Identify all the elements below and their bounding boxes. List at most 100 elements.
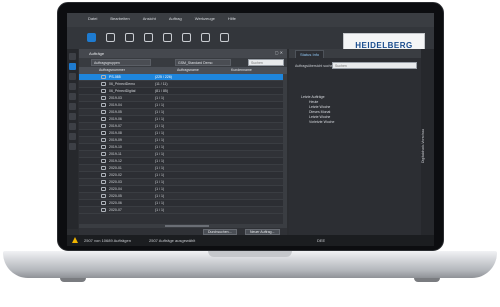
menu-job[interactable]: Auftrag bbox=[167, 16, 184, 21]
status-count: 2507 von 10689 Aufträgen bbox=[84, 238, 131, 243]
window-icon[interactable] bbox=[220, 33, 229, 42]
menu-items: Datei Bearbeiten Ansicht Auftrag Werkzeu… bbox=[86, 16, 238, 21]
menu-file[interactable]: Datei bbox=[86, 16, 99, 21]
folder-icon bbox=[101, 117, 106, 121]
job-number: 06_PrinectDigital bbox=[109, 89, 136, 93]
rail-button[interactable] bbox=[69, 113, 76, 120]
group-select[interactable]: Auftragsgruppen bbox=[91, 59, 151, 66]
rail-button[interactable] bbox=[69, 123, 76, 130]
job-count: (1 / 1) bbox=[155, 131, 165, 135]
table-row[interactable]: 2019-10 (1 / 1) bbox=[79, 144, 283, 151]
folder-icon bbox=[101, 166, 106, 170]
menu-view[interactable]: Ansicht bbox=[141, 16, 158, 21]
table-header: Auftragsnummer Auftragsname Kundenname bbox=[79, 67, 287, 74]
rail-button[interactable] bbox=[69, 143, 76, 150]
tab-status-info[interactable]: Status Info bbox=[295, 50, 325, 58]
rail-button[interactable] bbox=[69, 73, 76, 80]
filter-select[interactable]: GSM_Standard Demo bbox=[175, 59, 231, 66]
job-number: 2019-10 bbox=[109, 145, 122, 149]
status-bar: 2507 von 10689 Aufträgen 2507 Aufträge a… bbox=[67, 235, 434, 246]
app-screen: Datei Bearbeiten Ansicht Auftrag Werkzeu… bbox=[67, 13, 434, 246]
job-number: 06_PrinectDemo bbox=[109, 82, 136, 86]
folder-icon bbox=[101, 145, 106, 149]
warning-icon bbox=[72, 237, 78, 243]
table-row[interactable]: 2019-03 (1 / 1) bbox=[79, 95, 283, 102]
link-icon[interactable] bbox=[125, 33, 134, 42]
panel-controls[interactable]: ▢ ✕ bbox=[275, 50, 283, 55]
tree-item[interactable]: Vorletzte Woche bbox=[301, 120, 334, 125]
laptop-notch bbox=[208, 251, 292, 257]
side-label[interactable]: Digitaldruck-Vorschau bbox=[421, 129, 434, 163]
table-row[interactable]: 2020-06 (1 / 1) bbox=[79, 200, 283, 207]
folder-icon bbox=[101, 159, 106, 163]
table-row[interactable]: 2020-07 (1 / 1) bbox=[79, 207, 283, 214]
job-number: 2019-08 bbox=[109, 131, 122, 135]
job-count: (11 / 11) bbox=[155, 82, 168, 86]
gear-icon[interactable] bbox=[144, 33, 153, 42]
table-row[interactable]: 2019-05 (1 / 1) bbox=[79, 109, 283, 116]
table-row[interactable]: 2020-01 (1 / 1) bbox=[79, 165, 283, 172]
job-number: 2020-04 bbox=[109, 187, 122, 191]
job-count: (1 / 1) bbox=[155, 110, 165, 114]
table-row[interactable]: 2019-06 (1 / 1) bbox=[79, 116, 283, 123]
col-job-number[interactable]: Auftragsnummer bbox=[99, 68, 125, 72]
job-number: 2020-02 bbox=[109, 173, 122, 177]
table-row[interactable]: PS-085 (225 / 226) bbox=[79, 74, 283, 81]
overview-search-input[interactable]: Suchen bbox=[332, 62, 417, 69]
job-number: 2019-07 bbox=[109, 124, 122, 128]
col-job-name[interactable]: Auftragsname bbox=[177, 68, 199, 72]
status-right: DEE bbox=[317, 238, 326, 243]
panel-filter-bar: Auftragsgruppen GSM_Standard Demo Suchen bbox=[79, 58, 287, 67]
right-tabs: Status Info bbox=[289, 49, 421, 58]
job-number: 2020-01 bbox=[109, 166, 122, 170]
panel-search-input[interactable]: Suchen bbox=[248, 59, 284, 66]
menu-tools[interactable]: Werkzeuge bbox=[193, 16, 217, 21]
rail-button[interactable] bbox=[69, 103, 76, 110]
table-row[interactable]: 2019-04 (1 / 1) bbox=[79, 102, 283, 109]
table-row[interactable]: 2019-09 (1 / 1) bbox=[79, 137, 283, 144]
table-row[interactable]: 2020-02 (1 / 1) bbox=[79, 172, 283, 179]
folder-icon[interactable] bbox=[106, 33, 115, 42]
job-number: 2019-11 bbox=[109, 152, 122, 156]
folder-icon bbox=[101, 201, 106, 205]
folder-icon bbox=[101, 208, 106, 212]
toolbar: HEIDELBERG bbox=[67, 27, 434, 57]
table-row[interactable]: 06_PrinectDigital (81 / 85) bbox=[79, 88, 283, 95]
menu-edit[interactable]: Bearbeiten bbox=[108, 16, 131, 21]
folder-icon bbox=[101, 180, 106, 184]
user-icon[interactable] bbox=[163, 33, 172, 42]
print-icon[interactable] bbox=[182, 33, 191, 42]
folder-icon bbox=[101, 124, 106, 128]
laptop-foot bbox=[60, 278, 86, 282]
overview-search-label: Auftragsübersicht suchen: bbox=[295, 64, 336, 68]
folder-icon bbox=[101, 75, 106, 79]
table-row[interactable]: 2019-08 (1 / 1) bbox=[79, 130, 283, 137]
rail-button[interactable] bbox=[69, 53, 76, 60]
chart-icon[interactable] bbox=[201, 33, 210, 42]
table-row[interactable]: 2019-12 (1 / 1) bbox=[79, 158, 283, 165]
table-row[interactable]: 2020-05 (1 / 1) bbox=[79, 193, 283, 200]
menu-help[interactable]: Hilfe bbox=[226, 16, 238, 21]
rail-button[interactable] bbox=[69, 93, 76, 100]
folder-icon bbox=[101, 96, 106, 100]
table-row[interactable]: 2019-07 (1 / 1) bbox=[79, 123, 283, 130]
vertical-scrollbar[interactable] bbox=[283, 74, 287, 224]
table-row[interactable]: 2019-11 (1 / 1) bbox=[79, 151, 283, 158]
table-row[interactable]: 2020-04 (1 / 1) bbox=[79, 186, 283, 193]
job-count: (1 / 1) bbox=[155, 180, 165, 184]
job-number: 2019-03 bbox=[109, 96, 122, 100]
job-number: 2019-09 bbox=[109, 138, 122, 142]
rail-button-active[interactable] bbox=[69, 63, 76, 70]
job-count: (1 / 1) bbox=[155, 124, 165, 128]
rail-button[interactable] bbox=[69, 133, 76, 140]
job-number: 2020-07 bbox=[109, 208, 122, 212]
table-row[interactable]: 2020-03 (1 / 1) bbox=[79, 179, 283, 186]
rail-button[interactable] bbox=[69, 83, 76, 90]
jobs-icon[interactable] bbox=[87, 33, 96, 42]
job-count: (1 / 1) bbox=[155, 194, 165, 198]
scroll-thumb[interactable] bbox=[165, 225, 209, 227]
folder-icon bbox=[101, 110, 106, 114]
table-row[interactable]: 06_PrinectDemo (11 / 11) bbox=[79, 81, 283, 88]
col-customer[interactable]: Kundenname bbox=[231, 68, 252, 72]
job-number: PS-085 bbox=[109, 75, 121, 79]
